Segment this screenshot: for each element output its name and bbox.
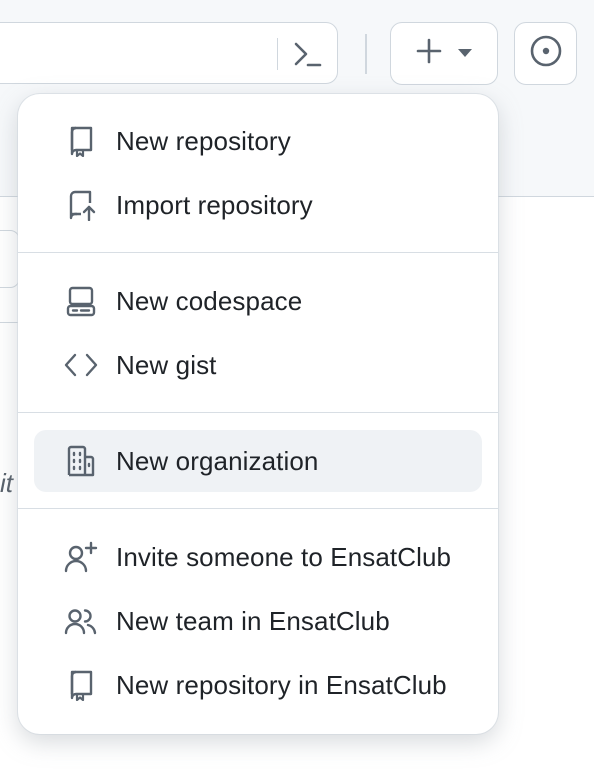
menu-item-new-repository[interactable]: New repository <box>34 110 482 172</box>
command-palette-icon[interactable] <box>290 38 324 70</box>
create-new-button[interactable] <box>390 22 498 85</box>
menu-divider <box>18 508 498 509</box>
header-separator <box>365 34 367 74</box>
menu-divider <box>18 412 498 413</box>
page: it New repository Import repository New … <box>0 0 594 770</box>
repo-icon <box>64 668 98 702</box>
search-divider <box>277 38 278 70</box>
menu-item-new-team[interactable]: New team in EnsatClub <box>34 590 482 652</box>
people-icon <box>64 604 98 638</box>
menu-item-label: New gist <box>116 349 217 380</box>
menu-item-invite-someone[interactable]: Invite someone to EnsatClub <box>34 526 482 588</box>
background-control <box>0 230 20 288</box>
menu-item-new-codespace[interactable]: New codespace <box>34 270 482 332</box>
menu-item-label: New codespace <box>116 285 303 316</box>
issues-button[interactable] <box>514 22 577 85</box>
code-icon <box>64 348 98 382</box>
create-new-menu: New repository Import repository New cod… <box>18 94 498 734</box>
menu-item-new-gist[interactable]: New gist <box>34 334 482 396</box>
organization-icon <box>64 444 98 478</box>
menu-item-label: Invite someone to EnsatClub <box>116 541 452 572</box>
background-text-fragment: it <box>0 468 13 498</box>
menu-item-new-organization[interactable]: New organization <box>34 430 482 492</box>
menu-item-label: New repository in EnsatClub <box>116 669 447 700</box>
menu-item-import-repository[interactable]: Import repository <box>34 174 482 236</box>
menu-item-label: New organization <box>116 445 319 476</box>
plus-icon <box>415 37 443 70</box>
repo-push-icon <box>64 188 98 222</box>
person-add-icon <box>64 540 98 574</box>
codespaces-icon <box>64 284 98 318</box>
menu-divider <box>18 252 498 253</box>
search-input[interactable] <box>0 22 338 84</box>
menu-item-label: New repository <box>116 125 291 156</box>
issue-opened-icon <box>529 34 563 73</box>
menu-item-new-repository-in-org[interactable]: New repository in EnsatClub <box>34 654 482 716</box>
repo-icon <box>64 124 98 158</box>
menu-item-label: Import repository <box>116 189 313 220</box>
menu-item-label: New team in EnsatClub <box>116 605 390 636</box>
triangle-down-icon <box>457 45 473 63</box>
